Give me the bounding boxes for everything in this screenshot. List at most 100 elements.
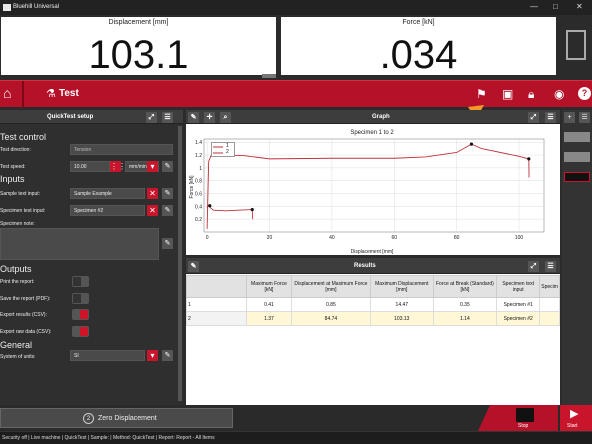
dropdown-icon[interactable]: ▾ (147, 350, 158, 361)
data-point-marker (208, 204, 212, 208)
units-label: System of units: (0, 354, 36, 360)
dropdown-icon[interactable]: ▾ (147, 161, 158, 172)
table-cell: 84.74 (290, 311, 371, 326)
maximize-button[interactable]: □ (553, 2, 558, 11)
edit-icon[interactable]: ✎ (162, 350, 173, 361)
clear-icon[interactable]: ✕ (147, 188, 158, 199)
edit-icon[interactable]: ✎ (188, 112, 199, 123)
status-text: Security off | Live machine | QuickTest … (2, 435, 215, 441)
column-header[interactable]: Displacement at Maximum Force [mm] (290, 275, 371, 298)
section-test-control: Test control (0, 132, 47, 142)
graph-panel: ✎ ✛ ⌕ Graph ⤢ ☰ Specimen 1 to 2 Displace… (186, 110, 560, 255)
zero-label: Zero Displacement (98, 415, 157, 422)
home-icon[interactable]: ⌂ (3, 85, 11, 101)
zoom-icon[interactable]: ⌕ (220, 112, 231, 123)
minimize-button[interactable]: — (530, 2, 538, 11)
column-header[interactable]: Specimen text input (496, 275, 541, 298)
results-panel: ✎ Results ⤢ ☰ Maximum Force [kN] Displace… (186, 258, 560, 405)
export-raw-label: Export raw data (CSV): (0, 329, 52, 335)
expand-icon[interactable]: ⤢ (146, 112, 157, 123)
column-header[interactable] (186, 275, 247, 298)
specimen-input[interactable]: Specimen #2 (70, 205, 145, 216)
test-speed-label: Test speed: (0, 164, 26, 170)
zero-number: 2 (83, 413, 94, 424)
clear-icon[interactable]: ✕ (147, 205, 158, 216)
specimen-note-textarea[interactable] (0, 228, 159, 260)
save-icon[interactable]: ▣ (502, 87, 513, 101)
edit-icon[interactable]: ✎ (162, 188, 173, 199)
keypad-icon[interactable]: ⋮⋮ (110, 161, 126, 172)
x-tick-label: 20 (267, 235, 273, 241)
y-tick-label: 0.8 (195, 179, 202, 185)
navigation-bar: ⌂ ⚗ Test ⚑ ▣ 🔒︎ ◉ ? (0, 80, 592, 108)
expand-icon[interactable]: ⤢ (528, 261, 539, 272)
edit-icon[interactable]: ✎ (162, 161, 173, 172)
column-header[interactable]: Specim (539, 275, 560, 298)
graph-title: Graph (372, 114, 390, 120)
export-results-label: Export results (CSV): (0, 312, 47, 318)
close-button[interactable]: ✕ (576, 2, 583, 11)
sample-label: Sample text input: (0, 191, 41, 197)
y-tick-label: 1.2 (195, 153, 202, 159)
app-logo-icon (3, 4, 11, 11)
x-tick-label: 0 (206, 235, 209, 241)
export-results-toggle[interactable] (72, 309, 89, 320)
menu-icon[interactable]: ☰ (579, 112, 590, 123)
menu-icon[interactable]: ☰ (545, 112, 556, 123)
setup-title: QuickTest setup (47, 114, 94, 120)
test-speed-input[interactable]: 10.00 (70, 161, 110, 172)
meter-value: 103.1 (88, 33, 189, 77)
edit-icon[interactable]: ✎ (188, 261, 199, 272)
column-header[interactable]: Force at Break (Standard) [kN] (432, 275, 498, 298)
specimen-thumb-3[interactable] (564, 172, 590, 182)
menu-icon[interactable]: ☰ (545, 261, 556, 272)
scrollbar[interactable] (178, 126, 182, 401)
setup-header: QuickTest setup ⤢ ☰ (0, 110, 183, 124)
edit-icon[interactable]: ✎ (162, 238, 173, 249)
start-label: Start (567, 423, 578, 429)
line-chart[interactable]: Specimen 1 to 2 Displacement [mm] Force … (186, 125, 560, 255)
meter-label: Displacement [mm] (108, 19, 169, 26)
specimen-thumb-2[interactable] (564, 152, 590, 162)
meter-layout-icon[interactable] (566, 30, 586, 60)
table-cell: 14.47 (369, 297, 434, 312)
y-tick-label: 1 (199, 166, 202, 172)
specimen-thumb-1[interactable] (564, 132, 590, 142)
column-header[interactable]: Maximum Displacement [mm] (369, 275, 434, 298)
stop-button[interactable] (516, 408, 534, 422)
specimen-strip: + ☰ (562, 110, 592, 405)
save-label: Save the report (PDF): (0, 296, 51, 302)
series-line-2 (206, 143, 530, 229)
specimen-icon[interactable]: ◉ (554, 87, 564, 101)
help-icon[interactable]: ? (578, 87, 591, 100)
save-pdf-toggle[interactable] (72, 293, 89, 304)
table-row[interactable]: 2 1.37 84.74 103.13 1.14 Specimen #2 (186, 311, 560, 326)
edit-icon[interactable]: ✎ (162, 205, 173, 216)
app-title: Bluehill Universal (13, 4, 60, 10)
print-toggle[interactable] (72, 276, 89, 287)
units-select[interactable]: SI (70, 350, 145, 361)
plot-frame (203, 138, 545, 233)
resize-handle[interactable] (262, 74, 276, 78)
add-icon[interactable]: + (564, 112, 575, 123)
table-row[interactable]: 1 0.41 0.85 14.47 0.35 Specimen #1 (186, 297, 560, 312)
test-direction-field[interactable]: Tension (70, 144, 173, 155)
sample-input[interactable]: Sample Example (70, 188, 145, 199)
table-cell: 2 (186, 311, 247, 326)
crosshair-icon[interactable]: ✛ (204, 112, 215, 123)
table-cell: 0.35 (432, 297, 498, 312)
data-point-marker (469, 142, 474, 146)
export-raw-toggle[interactable] (72, 326, 89, 337)
section-outputs: Outputs (0, 264, 32, 274)
zero-displacement-button[interactable]: 2 Zero Displacement (0, 408, 233, 428)
menu-icon[interactable]: ☰ (162, 112, 173, 123)
column-header[interactable]: Maximum Force [kN] (246, 275, 292, 298)
lock-icon[interactable]: 🔒︎ (528, 87, 534, 102)
displacement-meter[interactable]: Displacement [mm] 103.1 (1, 17, 276, 77)
expand-icon[interactable]: ⤢ (528, 112, 539, 123)
play-icon: ▶ (570, 408, 579, 420)
graph-header: ✎ ✛ ⌕ Graph ⤢ ☰ (186, 110, 560, 124)
series-line-1 (206, 204, 254, 220)
table-cell: 1.14 (432, 311, 498, 326)
force-meter[interactable]: Force [kN] .034 (281, 17, 556, 77)
